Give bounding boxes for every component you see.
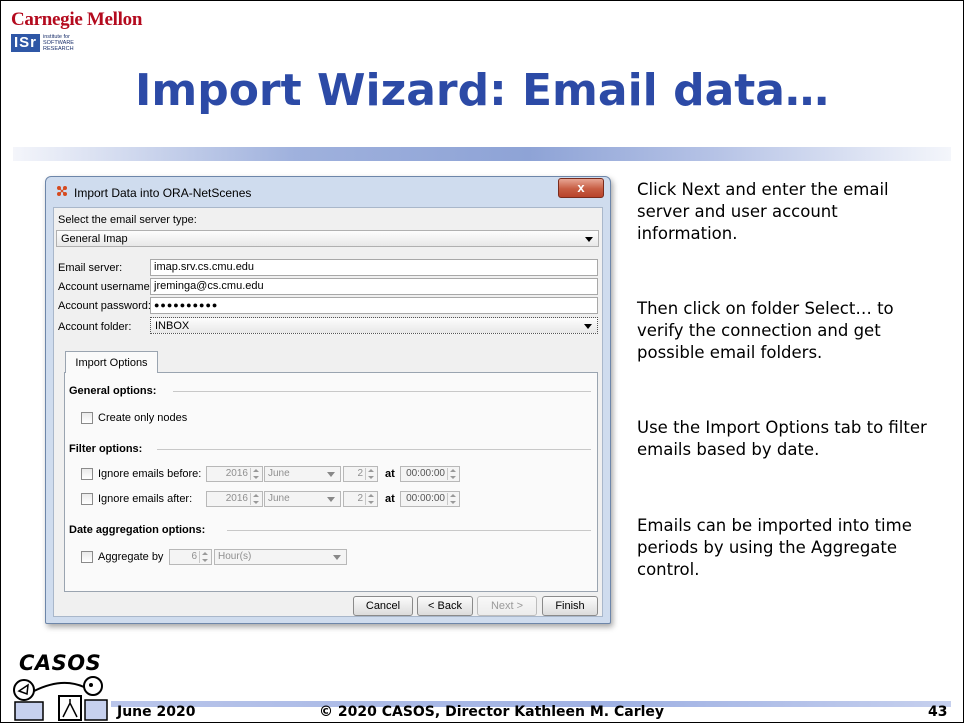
casos-logo-graphic	[13, 676, 108, 721]
year-value: 2016	[225, 493, 248, 504]
divider	[173, 391, 591, 392]
aggregate-by-label: Aggregate by	[98, 551, 164, 563]
ignore-before-year-spinner[interactable]: 2016	[206, 466, 263, 482]
ignore-after-month-select[interactable]: June	[264, 491, 341, 507]
server-type-value: General Imap	[61, 233, 128, 245]
spinner-arrows-icon[interactable]	[199, 551, 210, 563]
email-server-label: Email server:	[58, 262, 123, 274]
dialog-body: Select the email server type: General Im…	[53, 207, 603, 617]
password-field[interactable]: ●●●●●●●●●●	[150, 297, 598, 314]
finish-button[interactable]: Finish	[542, 596, 598, 616]
filter-options-heading: Filter options:	[69, 443, 143, 455]
ora-app-icon	[57, 186, 67, 196]
ignore-after-time-spinner[interactable]: 00:00:00	[400, 491, 460, 507]
server-type-select[interactable]: General Imap	[56, 230, 599, 247]
create-only-nodes-label: Create only nodes	[98, 412, 188, 424]
at-label: at	[385, 493, 395, 505]
tab-import-options[interactable]: Import Options	[65, 351, 158, 373]
footer-copyright: © 2020 CASOS, Director Kathleen M. Carle…	[319, 704, 665, 720]
aggregate-unit-select[interactable]: Hour(s)	[214, 549, 347, 565]
chevron-down-icon	[584, 324, 592, 329]
chevron-down-icon	[327, 472, 335, 477]
instruction-paragraph-3: Use the Import Options tab to filter ema…	[637, 418, 927, 459]
at-label: at	[385, 468, 395, 480]
username-field[interactable]: jreminga@cs.cmu.edu	[150, 278, 598, 295]
ignore-before-time-spinner[interactable]: 00:00:00	[400, 466, 460, 482]
import-dialog: Import Data into ORA-NetScenes x Select …	[45, 176, 611, 624]
password-label: Account password:	[58, 300, 151, 312]
day-value: 2	[357, 493, 363, 504]
ignore-after-year-spinner[interactable]: 2016	[206, 491, 263, 507]
slide-title: Import Wizard: Email data…	[134, 65, 829, 116]
spinner-arrows-icon[interactable]	[250, 493, 261, 505]
folder-select[interactable]: INBOX	[150, 317, 598, 334]
spinner-arrows-icon[interactable]	[365, 468, 376, 480]
spinner-arrows-icon[interactable]	[447, 493, 458, 505]
ignore-after-checkbox[interactable]	[81, 493, 93, 505]
create-only-nodes-checkbox[interactable]	[81, 412, 93, 424]
cmu-logo: Carnegie Mellon	[11, 9, 143, 30]
year-value: 2016	[225, 468, 248, 479]
aggregate-checkbox[interactable]	[81, 551, 93, 563]
server-type-label: Select the email server type:	[58, 214, 197, 226]
general-options-heading: General options:	[69, 385, 157, 397]
time-value: 00:00:00	[406, 493, 445, 504]
time-value: 00:00:00	[406, 468, 445, 479]
instruction-paragraph-4: Emails can be imported into time periods…	[637, 516, 912, 579]
next-button[interactable]: Next >	[477, 596, 537, 616]
back-button[interactable]: < Back	[417, 596, 473, 616]
ignore-before-day-spinner[interactable]: 2	[343, 466, 378, 482]
chevron-down-icon	[333, 555, 341, 560]
chevron-down-icon	[327, 497, 335, 502]
day-value: 2	[357, 468, 363, 479]
spinner-arrows-icon[interactable]	[447, 468, 458, 480]
page-number: 43	[928, 704, 948, 720]
folder-label: Account folder:	[58, 321, 132, 333]
dialog-title: Import Data into ORA-NetScenes	[74, 186, 252, 200]
import-options-panel: General options: Create only nodes Filte…	[64, 372, 598, 592]
ignore-before-checkbox[interactable]	[81, 468, 93, 480]
chevron-down-icon	[585, 237, 593, 242]
casos-logo: CASOS	[19, 651, 102, 675]
instruction-paragraph-2: Then click on folder Select… to verify t…	[637, 299, 894, 362]
ignore-before-month-select[interactable]: June	[264, 466, 341, 482]
ignore-before-label: Ignore emails before:	[98, 468, 202, 480]
isr-logo: ISr institute for SOFTWARE RESEARCH	[11, 34, 83, 52]
title-divider	[13, 147, 951, 161]
cancel-button[interactable]: Cancel	[353, 596, 413, 616]
isr-logo-mark: ISr	[11, 34, 41, 52]
aggregate-amount-spinner[interactable]: 6	[169, 549, 212, 565]
isr-logo-subtitle: institute for SOFTWARE RESEARCH	[43, 34, 74, 52]
close-button[interactable]: x	[558, 178, 604, 198]
month-value: June	[268, 493, 290, 504]
divider	[227, 530, 591, 531]
spinner-arrows-icon[interactable]	[250, 468, 261, 480]
aggregate-unit-value: Hour(s)	[218, 551, 252, 562]
ignore-after-day-spinner[interactable]: 2	[343, 491, 378, 507]
footer-date: June 2020	[117, 704, 196, 720]
instruction-paragraph-1: Click Next and enter the email server an…	[637, 180, 889, 243]
slide: Carnegie Mellon ISr institute for SOFTWA…	[0, 0, 964, 723]
username-label: Account username:	[58, 281, 153, 293]
month-value: June	[268, 468, 290, 479]
spinner-arrows-icon[interactable]	[365, 493, 376, 505]
dialog-titlebar[interactable]: Import Data into ORA-NetScenes x	[46, 177, 610, 207]
aggregate-value: 6	[191, 551, 197, 562]
divider	[157, 449, 591, 450]
date-aggregation-heading: Date aggregation options:	[69, 524, 206, 536]
folder-value: INBOX	[155, 320, 190, 332]
email-server-field[interactable]: imap.srv.cs.cmu.edu	[150, 259, 598, 276]
ignore-after-label: Ignore emails after:	[98, 493, 193, 505]
